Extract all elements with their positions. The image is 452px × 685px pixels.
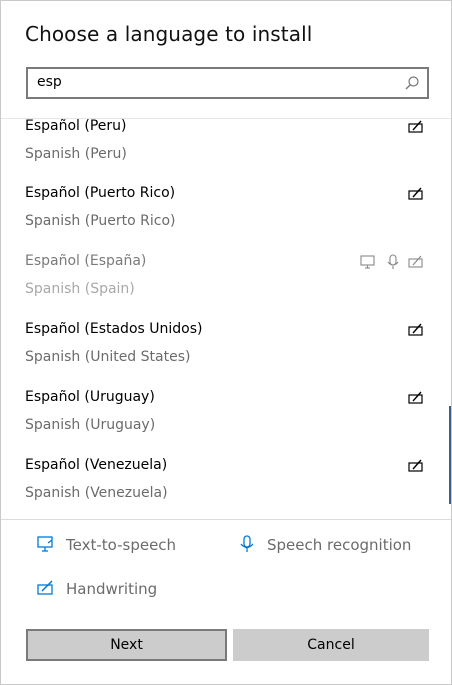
language-native-name: Español (Puerto Rico) [25, 185, 176, 201]
text-to-speech-icon [360, 255, 375, 269]
language-native-name: Español (Venezuela) [25, 457, 168, 473]
language-native-name: Español (Uruguay) [25, 389, 155, 405]
handwriting-icon [37, 580, 53, 595]
legend-speech-recognition: Speech recognition [267, 536, 412, 554]
list-item[interactable]: Español (España) Spanish (Spain) [1, 253, 441, 321]
list-item[interactable]: Español (Venezuela) Spanish (Venezuela) [1, 457, 441, 520]
search-icon[interactable] [404, 75, 420, 91]
list-item[interactable]: Español (Uruguay) Spanish (Uruguay) [1, 389, 441, 457]
handwriting-icon [408, 391, 423, 404]
handwriting-icon [408, 187, 423, 200]
language-english-name: Spanish (United States) [25, 349, 191, 365]
language-english-name: Spanish (Venezuela) [25, 485, 168, 501]
scrollbar-thumb[interactable] [449, 406, 451, 504]
list-item[interactable]: Español (Puerto Rico) Spanish (Puerto Ri… [1, 185, 441, 253]
next-button[interactable]: Next [26, 629, 227, 661]
handwriting-icon [408, 323, 423, 336]
speech-recognition-icon [240, 535, 254, 552]
language-english-name: Spanish (Puerto Rico) [25, 213, 176, 229]
dialog-title: Choose a language to install [25, 22, 313, 46]
language-list[interactable]: Español (Peru) Spanish (Peru) Español (P… [1, 118, 451, 520]
handwriting-icon [408, 255, 423, 268]
language-native-name: Español (Estados Unidos) [25, 321, 203, 337]
language-native-name: Español (España) [25, 253, 147, 269]
text-to-speech-icon [37, 536, 53, 552]
cancel-button[interactable]: Cancel [233, 629, 429, 661]
search-input-value: esp [37, 74, 62, 90]
language-english-name: Spanish (Uruguay) [25, 417, 156, 433]
legend-text-to-speech: Text-to-speech [66, 536, 177, 554]
language-install-dialog: Choose a language to install esp Español… [0, 0, 452, 685]
language-native-name: Español (Peru) [25, 118, 127, 134]
language-english-name: Spanish (Spain) [25, 281, 135, 297]
list-item[interactable]: Español (Peru) Spanish (Peru) [1, 118, 441, 186]
list-item[interactable]: Español (Estados Unidos) Spanish (United… [1, 321, 441, 389]
search-input[interactable]: esp [26, 67, 429, 99]
language-english-name: Spanish (Peru) [25, 146, 127, 162]
divider [1, 519, 451, 520]
legend-handwriting: Handwriting [66, 580, 158, 598]
speech-recognition-icon [387, 254, 399, 269]
handwriting-icon [408, 459, 423, 472]
handwriting-icon [408, 120, 423, 133]
